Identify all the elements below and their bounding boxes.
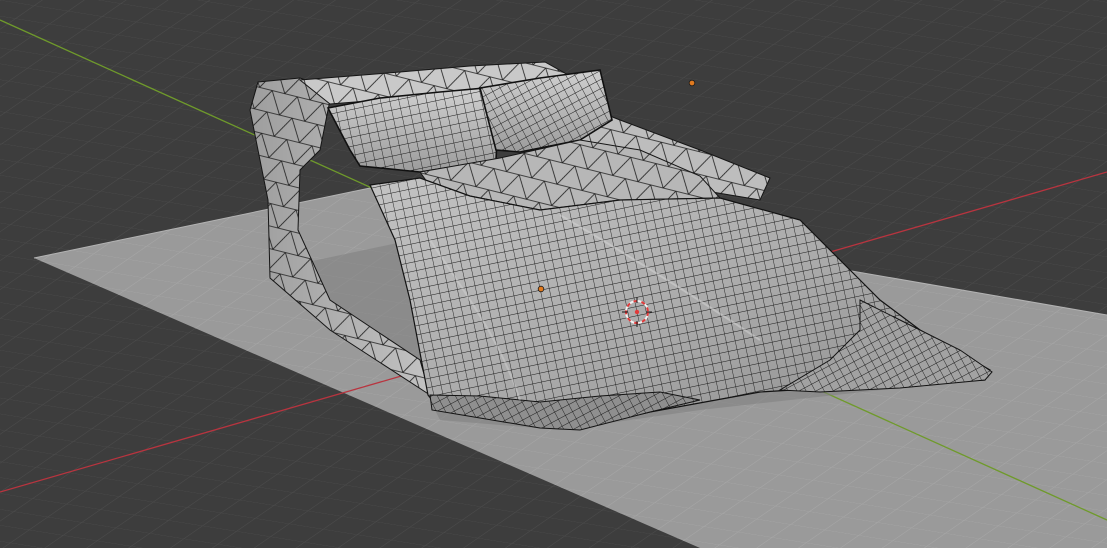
- bed-origin-dot[interactable]: [537, 285, 545, 293]
- 3d-viewport[interactable]: [0, 0, 1107, 548]
- light-origin-dot[interactable]: [688, 79, 696, 87]
- viewport-canvas[interactable]: [0, 0, 1107, 548]
